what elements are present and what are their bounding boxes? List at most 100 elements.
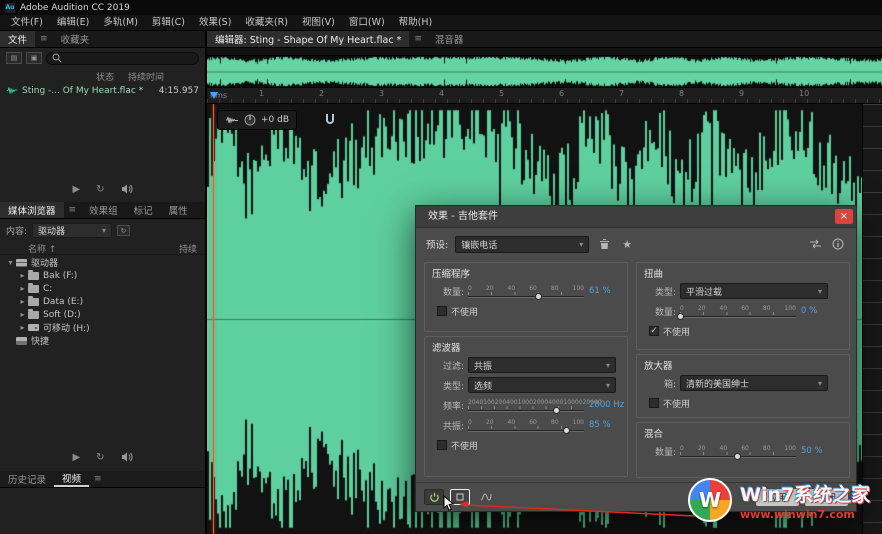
- expand-arrow-icon[interactable]: ▸: [18, 284, 27, 293]
- tab-files[interactable]: 文件: [0, 31, 35, 47]
- tab-media-browser[interactable]: 媒体浏览器: [0, 202, 64, 218]
- distortion-bypass-checkbox[interactable]: [649, 326, 659, 336]
- media-column-headers: 名称 ↑ 持续: [0, 242, 205, 255]
- play-icon[interactable]: ▶: [72, 452, 80, 463]
- expand-arrow-icon[interactable]: ▸: [18, 297, 27, 306]
- watermark-url: www.winwin7.com: [740, 508, 870, 521]
- dialog-title[interactable]: 效果 - 吉他套件: [416, 206, 856, 228]
- tree-item[interactable]: ▸C:: [0, 282, 205, 295]
- loop-icon[interactable]: ↻: [96, 452, 104, 463]
- panel-menu-icon[interactable]: ≡: [35, 31, 53, 47]
- filter-type-dropdown[interactable]: 选频▾: [468, 377, 616, 393]
- resonance-slider[interactable]: 020406080100: [468, 418, 584, 432]
- panel-menu-icon[interactable]: ≡: [64, 202, 82, 218]
- mix-amount-slider[interactable]: 020406080100: [680, 444, 796, 458]
- expand-arrow-icon[interactable]: ▸: [18, 323, 27, 332]
- tab-properties[interactable]: 属性: [161, 202, 196, 218]
- tree-item[interactable]: ▾驱动器: [0, 256, 205, 269]
- tab-history[interactable]: 历史记录: [0, 471, 54, 487]
- slider-thumb[interactable]: [734, 453, 741, 460]
- resonance-label: 共振:: [430, 419, 464, 432]
- shortcut-icon: [16, 337, 27, 345]
- tree-item[interactable]: 快捷: [0, 334, 205, 347]
- file-name: Sting -... Of My Heart.flac *: [22, 86, 155, 96]
- db-control[interactable]: +0 dB: [217, 110, 297, 130]
- file-row[interactable]: Sting -... Of My Heart.flac * 4:15.957: [0, 84, 205, 97]
- menu-item[interactable]: 多轨(M): [96, 15, 145, 31]
- drives-dropdown[interactable]: 驱动器 ▾: [32, 223, 112, 238]
- output-monitor-icon[interactable]: [476, 489, 496, 505]
- tab-markers-label: 标记: [134, 203, 153, 217]
- routing-icon[interactable]: [807, 236, 823, 252]
- menu-item[interactable]: 收藏夹(R): [238, 15, 295, 31]
- compressor-group: 压缩程序 数量: 020406080100 61 % 不使用: [424, 262, 628, 332]
- slider-thumb[interactable]: [535, 293, 542, 300]
- tab-editor[interactable]: 编辑器: Sting - Shape Of My Heart.flac *: [207, 31, 409, 47]
- playhead-line[interactable]: [213, 104, 214, 534]
- menu-item[interactable]: 剪辑(C): [145, 15, 192, 31]
- magnet-icon[interactable]: [325, 113, 335, 128]
- menu-item[interactable]: 窗口(W): [342, 15, 392, 31]
- slider-thumb[interactable]: [563, 427, 570, 434]
- compressor-bypass-checkbox[interactable]: [437, 306, 447, 316]
- panel-menu-icon[interactable]: ≡: [409, 31, 427, 47]
- slider-thumb[interactable]: [553, 407, 560, 414]
- panel-menu-icon[interactable]: ≡: [89, 471, 107, 487]
- gain-knob-icon[interactable]: [244, 114, 256, 126]
- compressor-amount-slider[interactable]: 020406080100: [468, 284, 584, 298]
- expand-arrow-icon[interactable]: ▸: [18, 310, 27, 319]
- col-duration[interactable]: 持续: [179, 242, 197, 254]
- expand-arrow-icon[interactable]: ▸: [18, 271, 27, 280]
- tree-item[interactable]: ▸Bak (F:): [0, 269, 205, 282]
- menu-item[interactable]: 效果(S): [192, 15, 238, 31]
- col-duration[interactable]: 持续时间: [128, 70, 164, 83]
- effect-power-toggle[interactable]: [424, 489, 444, 505]
- tree-item[interactable]: ▸可移动 (H:): [0, 321, 205, 334]
- mouse-cursor: [443, 495, 455, 512]
- col-status[interactable]: 状态: [96, 70, 114, 83]
- tab-mixer[interactable]: 混音器: [427, 31, 472, 47]
- timeline-ruler[interactable]: hms 12345678910: [207, 88, 882, 104]
- tree-item[interactable]: ▸Soft (D:): [0, 308, 205, 321]
- refresh-icon[interactable]: ↻: [117, 225, 130, 236]
- open-file-icon[interactable]: ▣: [26, 52, 42, 64]
- media-transport: ▶ ↻: [0, 449, 205, 465]
- bypass-label: 不使用: [663, 397, 690, 410]
- distortion-type-dropdown[interactable]: 平滑过载▾: [680, 283, 828, 299]
- import-file-icon[interactable]: ▤: [6, 52, 22, 64]
- tab-mixer-label: 混音器: [435, 32, 464, 46]
- preset-dropdown[interactable]: 镶嵌电话 ▾: [455, 236, 589, 253]
- waveform-overview[interactable]: [207, 55, 882, 88]
- frequency-slider[interactable]: 20401002004001000200040001000020000: [468, 398, 584, 412]
- delete-preset-icon[interactable]: [596, 236, 612, 252]
- menu-item[interactable]: 视图(V): [295, 15, 342, 31]
- filter-bypass-checkbox[interactable]: [437, 440, 447, 450]
- filter-dropdown[interactable]: 共振▾: [468, 357, 616, 373]
- search-input[interactable]: [46, 52, 199, 65]
- dialog-close-button[interactable]: ×: [835, 209, 853, 224]
- speaker-icon[interactable]: [121, 184, 133, 194]
- save-preset-star-icon[interactable]: ★: [619, 236, 635, 252]
- slider-thumb[interactable]: [677, 313, 684, 320]
- cabinet-dropdown[interactable]: 清新的美国绅士▾: [680, 375, 828, 391]
- tab-video[interactable]: 视频: [54, 471, 89, 487]
- menu-item[interactable]: 编辑(E): [50, 15, 96, 31]
- col-name[interactable]: 名称 ↑: [28, 242, 56, 254]
- info-icon[interactable]: [830, 236, 846, 252]
- loop-icon[interactable]: ↻: [96, 184, 104, 195]
- tree-item[interactable]: ▸Data (E:): [0, 295, 205, 308]
- play-icon[interactable]: ▶: [72, 184, 80, 195]
- playhead-caret[interactable]: [210, 92, 218, 99]
- amplifier-bypass-checkbox[interactable]: [649, 398, 659, 408]
- tab-effects-rack[interactable]: 效果组: [81, 202, 126, 218]
- menu-item[interactable]: 文件(F): [4, 15, 50, 31]
- menu-item[interactable]: 帮助(H): [392, 15, 440, 31]
- speaker-icon[interactable]: [121, 452, 133, 462]
- distortion-amount-slider[interactable]: 020406080100: [680, 304, 796, 318]
- ruler-label: 10: [799, 89, 859, 98]
- chevron-down-icon: ▾: [606, 381, 610, 390]
- tab-favorites[interactable]: 收藏夹: [53, 31, 98, 47]
- tab-markers[interactable]: 标记: [126, 202, 161, 218]
- audio-file-icon: [6, 86, 18, 95]
- expand-arrow-icon[interactable]: ▾: [6, 258, 15, 267]
